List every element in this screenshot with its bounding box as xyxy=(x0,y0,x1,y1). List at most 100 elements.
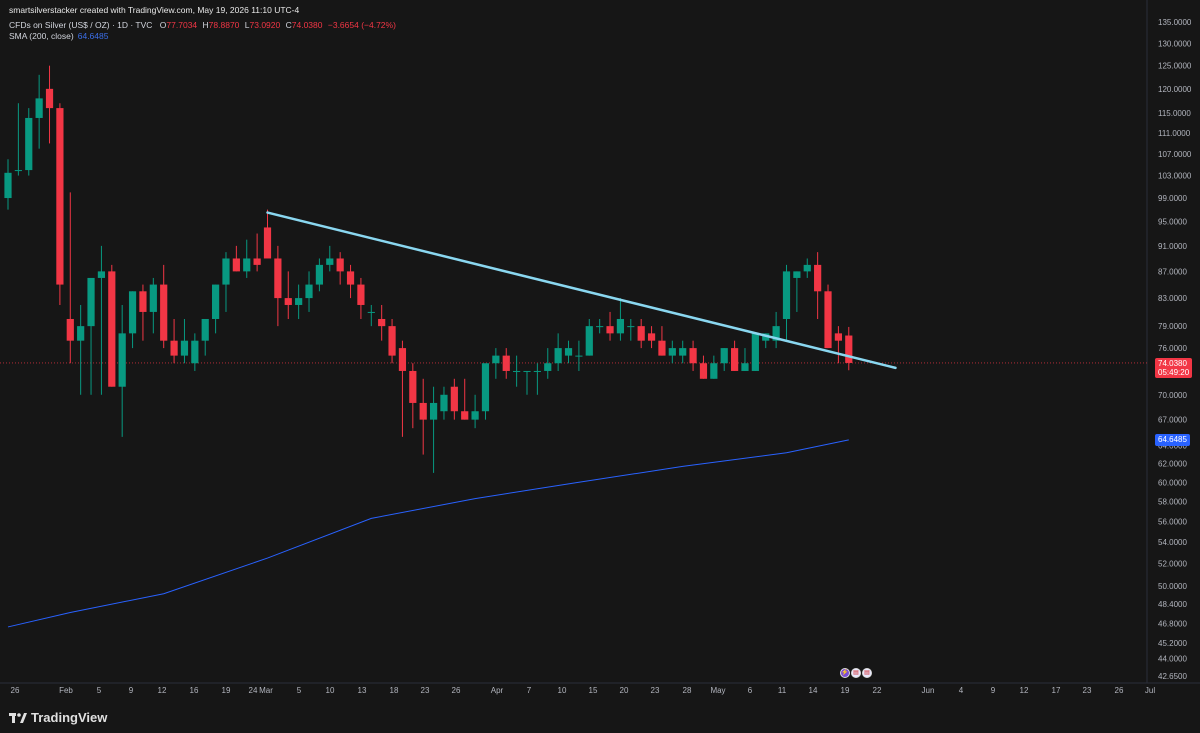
chart-background xyxy=(0,0,1200,701)
candle-body xyxy=(160,284,168,341)
candle-body xyxy=(751,333,759,371)
time-tick-label: 12 xyxy=(1020,686,1029,695)
symbol-legend[interactable]: CFDs on Silver (US$ / OZ) · 1D · TVC O77… xyxy=(9,20,396,30)
low-value: 73.0920 xyxy=(249,20,281,30)
candle-body xyxy=(658,340,666,356)
candle xyxy=(481,363,490,420)
candle-body xyxy=(35,98,43,118)
candle-body xyxy=(274,258,282,299)
candle xyxy=(824,284,832,349)
candle-body xyxy=(689,348,697,364)
candle-body xyxy=(14,170,22,172)
price-tick-label: 46.8000 xyxy=(1158,619,1187,628)
price-tick-label: 91.0000 xyxy=(1158,242,1187,251)
time-tick-label: 11 xyxy=(778,686,787,695)
time-tick-label: 15 xyxy=(589,686,598,695)
time-tick-label: 24 xyxy=(249,686,258,695)
candle-body xyxy=(471,411,479,420)
price-tick-label: 50.0000 xyxy=(1158,582,1187,591)
chart-credit: smartsilverstacker created with TradingV… xyxy=(9,5,300,15)
sma-price-tag: 64.6485 xyxy=(1155,433,1190,446)
candle-body xyxy=(699,363,708,379)
candle-body xyxy=(585,326,593,356)
candle-body xyxy=(346,271,355,285)
indicator-legend[interactable]: SMA (200, close) 64.6485 xyxy=(9,31,108,41)
open-value: 77.7034 xyxy=(166,20,198,30)
candle-body xyxy=(108,271,116,387)
candle-body xyxy=(575,355,583,357)
candle-body xyxy=(378,318,386,327)
candle-body xyxy=(824,291,832,349)
last-price-tag: 74.0380 05:49:20 xyxy=(1155,357,1193,378)
candle-body xyxy=(782,271,791,319)
price-tick-label: 62.0000 xyxy=(1158,460,1187,469)
candle-body xyxy=(25,117,33,171)
candle-body xyxy=(4,172,12,199)
candle-body xyxy=(295,298,303,305)
change-value: −3.6654 (−4.72%) xyxy=(327,20,396,30)
candle-body xyxy=(139,291,147,312)
candle-body xyxy=(232,258,240,272)
candle-body xyxy=(440,394,448,412)
candle xyxy=(56,103,64,305)
time-tick-label: 14 xyxy=(809,686,818,695)
candle-body xyxy=(668,348,676,356)
time-tick-label: 26 xyxy=(1115,686,1124,695)
candle-body xyxy=(149,284,157,312)
candle-body xyxy=(201,318,209,341)
candle-body xyxy=(180,340,189,356)
candle-body xyxy=(253,258,261,265)
footer-bar xyxy=(0,701,1200,733)
time-tick-label: 20 xyxy=(620,686,629,695)
candle-body xyxy=(513,370,521,372)
candle-body xyxy=(56,108,64,285)
price-tick-label: 79.0000 xyxy=(1158,322,1187,331)
time-tick-label: Jul xyxy=(1145,686,1155,695)
candle-body xyxy=(315,264,323,285)
candle-body xyxy=(128,291,137,334)
time-tick-label: 18 xyxy=(390,686,399,695)
candle-body xyxy=(720,348,728,364)
candle-body xyxy=(45,88,54,109)
time-tick-label: 7 xyxy=(527,686,532,695)
candle-body xyxy=(793,271,801,278)
time-tick-label: Jun xyxy=(922,686,935,695)
candle-body xyxy=(710,363,718,379)
price-chart[interactable]: 135.0000 130.0000 125.0000 120.0000 115.0000… xyxy=(0,0,1200,701)
us-flag-icon[interactable]: ▤ xyxy=(851,668,861,678)
tradingview-icon xyxy=(9,712,27,723)
tradingview-logo[interactable]: TradingView xyxy=(9,710,107,725)
price-tick-label: 58.0000 xyxy=(1158,498,1187,507)
price-tick-label: 83.0000 xyxy=(1158,294,1187,303)
time-tick-label: 26 xyxy=(452,686,461,695)
us-flag-icon[interactable]: ▤ xyxy=(862,668,872,678)
price-tick-label: 67.0000 xyxy=(1158,416,1187,425)
price-tick-label: 115.0000 xyxy=(1158,109,1191,118)
time-tick-label: 12 xyxy=(158,686,167,695)
price-tick-label: 52.0000 xyxy=(1158,559,1187,568)
candle-body xyxy=(87,277,95,327)
candle-body xyxy=(243,258,251,272)
price-tick-label: 60.0000 xyxy=(1158,478,1187,487)
candle-body xyxy=(212,284,220,319)
price-tick-label: 125.0000 xyxy=(1158,62,1192,71)
price-axis[interactable]: 135.0000 130.0000 125.0000 120.0000 115.0000… xyxy=(1158,18,1192,681)
candle-body xyxy=(554,348,562,364)
indicator-value: 64.6485 xyxy=(77,31,109,41)
time-tick-label: 23 xyxy=(421,686,430,695)
candle-body xyxy=(336,258,344,272)
candle-body xyxy=(398,348,407,371)
candle-body xyxy=(544,363,552,371)
price-tick-label: 56.0000 xyxy=(1158,517,1187,526)
candle-body xyxy=(357,284,365,305)
time-tick-label: Feb xyxy=(59,686,73,695)
time-tick-label: 16 xyxy=(190,686,199,695)
logo-text: TradingView xyxy=(31,710,108,725)
lightning-icon[interactable]: ⚡ xyxy=(840,668,850,678)
candle-body xyxy=(388,326,396,356)
price-tick-label: 103.0000 xyxy=(1158,172,1192,181)
candle-body xyxy=(481,363,490,412)
candle-body xyxy=(627,326,635,328)
candle xyxy=(751,333,759,371)
economic-events[interactable]: ⚡ ▤ ▤ xyxy=(840,668,872,678)
